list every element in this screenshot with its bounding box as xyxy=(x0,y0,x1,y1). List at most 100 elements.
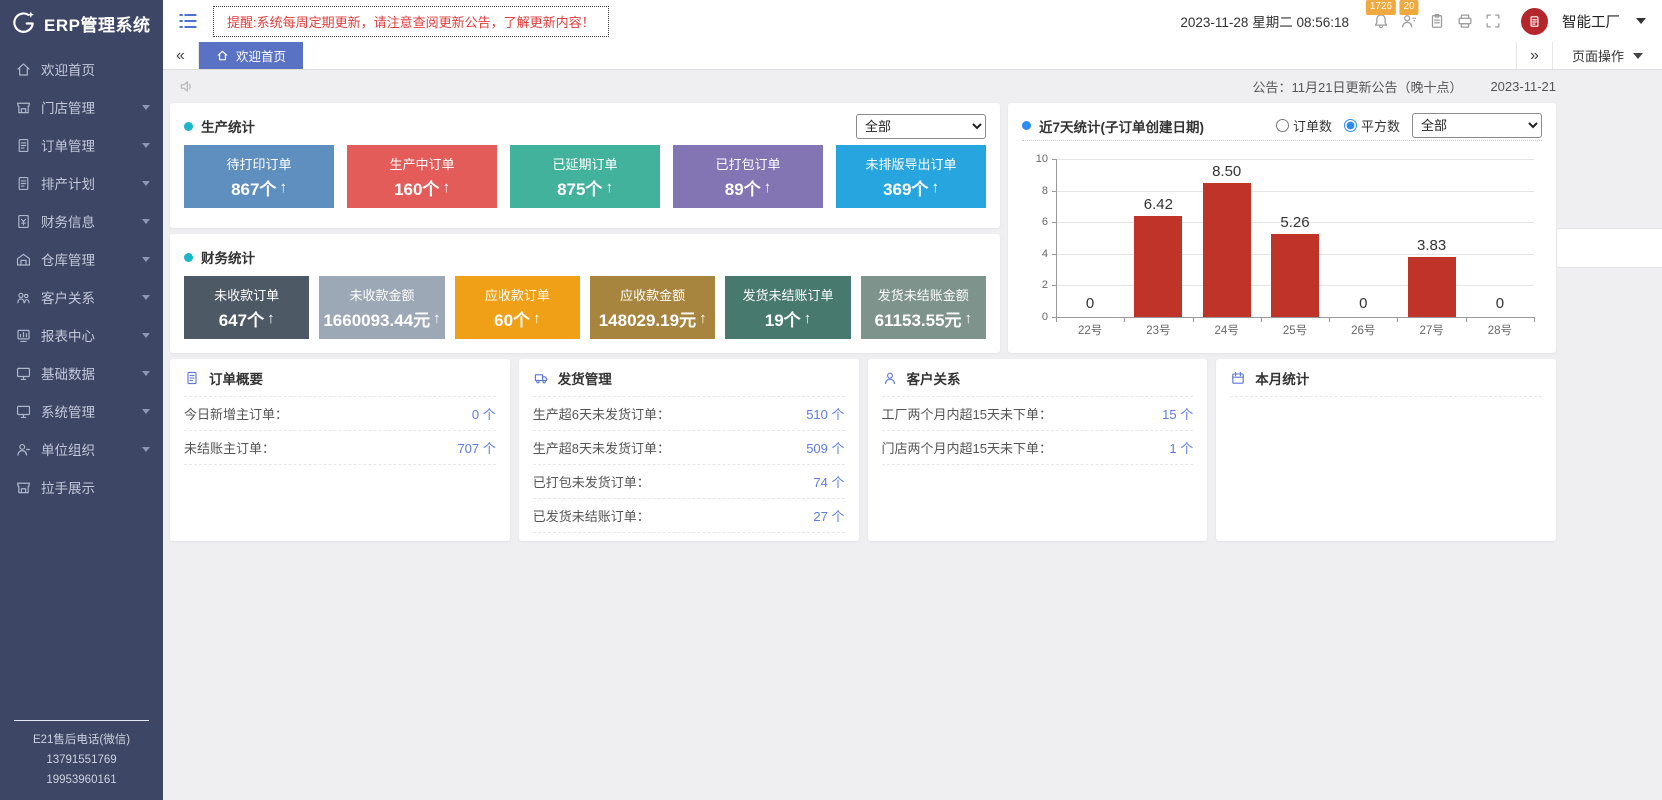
tab-bar: « 欢迎首页 » 页面操作 xyxy=(163,42,1662,70)
info-panel-title: 发货管理 xyxy=(558,368,612,388)
radio-input[interactable] xyxy=(1344,119,1357,132)
stat-card-待打印订单[interactable]: 待打印订单867个↑ xyxy=(184,145,334,208)
stat-card-value: 61153.55元 xyxy=(875,306,962,331)
clipboard-icon[interactable] xyxy=(1423,0,1451,42)
user-audit-icon[interactable]: 20 xyxy=(1395,0,1423,42)
panel-bullet xyxy=(184,122,193,131)
sidebar-item-label: 仓库管理 xyxy=(41,249,142,269)
sidebar-menu: 欢迎首页门店管理订单管理排产计划财务信息仓库管理客户关系报表中心基础数据系统管理… xyxy=(0,46,163,506)
sidebar-item-8[interactable]: 报表中心 xyxy=(0,316,163,354)
sidebar-item-5[interactable]: 财务信息 xyxy=(0,202,163,240)
user-name[interactable]: 智能工厂 xyxy=(1562,11,1620,32)
printer-icon[interactable] xyxy=(1451,0,1479,42)
info-panel-发货管理: 发货管理生产超6天未发货订单：510 个生产超8天未发货订单：509 个已打包未… xyxy=(519,359,859,541)
info-row-value[interactable]: 0 个 xyxy=(472,404,496,423)
trend-up-icon: ↑ xyxy=(433,310,441,327)
chevron-down-icon xyxy=(142,105,150,110)
app-logo: ERP管理系统 xyxy=(0,0,163,46)
trend-up-icon: ↑ xyxy=(699,310,707,327)
chart-radio-订单数[interactable]: 订单数 xyxy=(1276,116,1332,135)
fullscreen-icon[interactable] xyxy=(1479,0,1507,42)
info-row: 今日新增主订单：0 个 xyxy=(184,397,496,431)
info-row-value[interactable]: 707 个 xyxy=(457,438,495,457)
info-panel-title: 订单概要 xyxy=(209,368,263,388)
stat-card-value: 867个 xyxy=(231,175,276,200)
stat-card-发货未结账订单[interactable]: 发货未结账订单19个↑ xyxy=(725,276,850,339)
info-row-value[interactable]: 510 个 xyxy=(806,404,844,423)
sidebar-footer-line: E21售后电话(微信) xyxy=(14,730,149,750)
user-icon xyxy=(882,370,898,386)
doc-icon xyxy=(15,175,32,192)
chart-filter-select[interactable]: 全部 xyxy=(1412,113,1542,138)
floating-widget[interactable] xyxy=(1556,228,1662,268)
sidebar-item-1[interactable]: 欢迎首页 xyxy=(0,50,163,88)
chart-panel-title: 近7天统计(子订单创建日期) xyxy=(1039,116,1204,136)
info-row: 工厂两个月内超15天未下单：15 个 xyxy=(882,397,1194,431)
radio-label: 平方数 xyxy=(1361,116,1400,135)
stat-card-应收款订单[interactable]: 应收款订单60个↑ xyxy=(455,276,580,339)
sidebar-item-9[interactable]: 基础数据 xyxy=(0,354,163,392)
speaker-icon xyxy=(178,78,195,95)
sidebar-item-10[interactable]: 系统管理 xyxy=(0,392,163,430)
chart-radio-平方数[interactable]: 平方数 xyxy=(1344,116,1400,135)
menu-toggle-icon[interactable] xyxy=(177,10,199,32)
info-row-label: 已发货未结账订单： xyxy=(533,506,650,525)
stat-card-未收款订单[interactable]: 未收款订单647个↑ xyxy=(184,276,309,339)
info-row-value[interactable]: 509 个 xyxy=(806,438,844,457)
stat-card-发货未结账金额[interactable]: 发货未结账金额61153.55元↑ xyxy=(861,276,986,339)
sidebar-item-label: 门店管理 xyxy=(41,97,142,117)
sidebar-footer-line: 13791551769 xyxy=(14,750,149,770)
stat-card-label: 发货未结账订单 xyxy=(742,285,833,304)
sidebar-item-label: 排产计划 xyxy=(41,173,142,193)
tabs-scroll-left-button[interactable]: « xyxy=(163,42,199,69)
stat-card-label: 未排版导出订单 xyxy=(865,154,956,173)
stat-card-已延期订单[interactable]: 已延期订单875个↑ xyxy=(510,145,660,208)
avatar[interactable] xyxy=(1521,8,1548,35)
stat-card-应收款金额[interactable]: 应收款金额148029.19元↑ xyxy=(590,276,715,339)
info-row-value[interactable]: 1 个 xyxy=(1169,438,1193,457)
top-header: 提醒:系统每周定期更新，请注意查阅更新公告，了解更新内容！ 2023-11-28… xyxy=(163,0,1662,42)
tab-welcome-home[interactable]: 欢迎首页 xyxy=(199,42,303,69)
doc-icon xyxy=(15,137,32,154)
stat-card-label: 生产中订单 xyxy=(389,154,454,173)
sidebar-item-label: 单位组织 xyxy=(41,439,142,459)
info-row-value[interactable]: 27 个 xyxy=(813,506,844,525)
trend-up-icon: ↑ xyxy=(931,179,939,196)
sidebar-item-3[interactable]: 订单管理 xyxy=(0,126,163,164)
truck-icon xyxy=(533,370,549,386)
home-icon xyxy=(216,49,229,62)
tabs-scroll-right-button[interactable]: » xyxy=(1516,42,1552,69)
stat-card-value: 148029.19元 xyxy=(599,306,696,331)
sidebar-item-label: 客户关系 xyxy=(41,287,142,307)
bell-icon[interactable]: 1726 xyxy=(1367,0,1395,42)
announcement-text: 公告：11月21日更新公告（晚十点） xyxy=(1252,77,1462,96)
chart-bar xyxy=(1271,234,1319,317)
sidebar-item-11[interactable]: 单位组织 xyxy=(0,430,163,468)
sidebar-item-7[interactable]: 客户关系 xyxy=(0,278,163,316)
chart-bar xyxy=(1408,257,1456,318)
info-row-value[interactable]: 15 个 xyxy=(1162,404,1193,423)
info-row-label: 已打包未发货订单： xyxy=(533,472,650,491)
info-row: 未结账主订单：707 个 xyxy=(184,431,496,465)
store-icon xyxy=(15,99,32,116)
stat-card-未收款金额[interactable]: 未收款金额1660093.44元↑ xyxy=(319,276,444,339)
sidebar-item-12[interactable]: 拉手展示 xyxy=(0,468,163,506)
stat-card-label: 未收款订单 xyxy=(214,285,279,304)
page-actions-dropdown[interactable]: 页面操作 xyxy=(1552,42,1662,69)
stat-card-未排版导出订单[interactable]: 未排版导出订单369个↑ xyxy=(836,145,986,208)
sidebar-item-6[interactable]: 仓库管理 xyxy=(0,240,163,278)
trend-up-icon: ↑ xyxy=(965,310,973,327)
chevron-down-icon xyxy=(142,409,150,414)
stat-card-生产中订单[interactable]: 生产中订单160个↑ xyxy=(347,145,497,208)
radio-input[interactable] xyxy=(1276,119,1289,132)
trend-up-icon: ↑ xyxy=(267,310,275,327)
monitor-icon xyxy=(15,365,32,382)
info-row-value[interactable]: 74 个 xyxy=(813,472,844,491)
info-row-label: 门店两个月内超15天未下单： xyxy=(882,438,1052,457)
sidebar-item-2[interactable]: 门店管理 xyxy=(0,88,163,126)
chart-bar xyxy=(1134,216,1182,317)
production-filter-select[interactable]: 全部 xyxy=(856,114,986,139)
sidebar-item-4[interactable]: 排产计划 xyxy=(0,164,163,202)
stat-card-已打包订单[interactable]: 已打包订单89个↑ xyxy=(673,145,823,208)
datetime-display: 2023-11-28 星期二 08:56:18 xyxy=(1180,11,1349,31)
